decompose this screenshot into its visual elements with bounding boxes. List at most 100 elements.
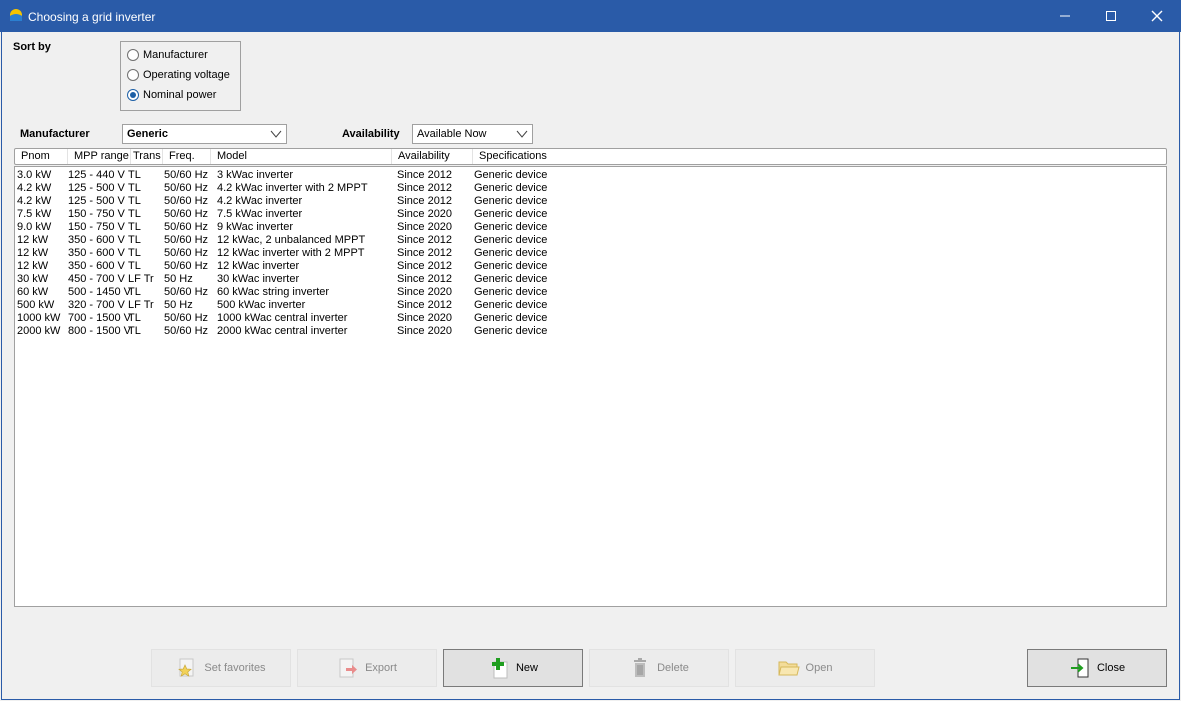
table-cell: 4.2 kWac inverter: [217, 195, 303, 207]
table-cell: Since 2012: [397, 273, 453, 285]
table-cell: 350 - 600 V: [68, 234, 125, 246]
minimize-button[interactable]: [1042, 0, 1088, 32]
table-cell: TL: [128, 260, 141, 272]
table-cell: Since 2012: [397, 169, 453, 181]
table-cell: 800 - 1500 V: [68, 325, 131, 337]
table-cell: 50 Hz: [164, 299, 193, 311]
table-row[interactable]: 3.0 kW 125 - 440 V TL 50/60 Hz 3 kWac invert…: [15, 169, 1166, 182]
column-header-specifications[interactable]: Specifications: [473, 149, 573, 164]
new-button[interactable]: New: [443, 649, 583, 687]
table-cell: Generic device: [474, 195, 548, 207]
table-cell: TL: [128, 312, 141, 324]
table-cell: 50/60 Hz: [164, 247, 209, 259]
table-cell: 50/60 Hz: [164, 195, 209, 207]
table-cell: 50/60 Hz: [164, 182, 209, 194]
table-cell: 3.0 kW: [17, 169, 52, 181]
manufacturer-select[interactable]: Generic: [122, 124, 287, 144]
table-cell: 30 kW: [17, 273, 49, 285]
column-header-trans[interactable]: Trans: [131, 149, 163, 164]
table-row[interactable]: 9.0 kW 150 - 750 V TL 50/60 Hz 9 kWac invert…: [15, 221, 1166, 234]
table-cell: 125 - 500 V: [68, 195, 125, 207]
close-window-button[interactable]: [1134, 0, 1180, 32]
window-title: Choosing a grid inverter: [28, 10, 156, 24]
table-cell: 12 kW: [17, 260, 49, 272]
table-cell: 12 kWac inverter: [217, 260, 300, 272]
column-header-model[interactable]: Model: [211, 149, 392, 164]
table-cell: 4.2 kWac inverter with 2 MPPT: [217, 182, 368, 194]
table-cell: 12 kWac inverter with 2 MPPT: [217, 247, 365, 259]
table-cell: Since 2012: [397, 299, 453, 311]
table-cell: 125 - 440 V: [68, 169, 125, 181]
table-row[interactable]: 30 kW 450 - 700 V LF Tr 50 Hz 30 kWac invert…: [15, 273, 1166, 286]
maximize-icon: [1106, 11, 1116, 21]
sort-option-nominal-power[interactable]: Nominal power: [127, 87, 216, 103]
table-cell: Generic device: [474, 169, 548, 181]
sort-by-group: Manufacturer Operating voltage Nominal p…: [120, 41, 241, 111]
column-header-freq[interactable]: Freq.: [163, 149, 211, 164]
column-header-mpp-range[interactable]: MPP range: [68, 149, 131, 164]
table-cell: 1000 kWac central inverter: [217, 312, 348, 324]
table-cell: 1000 kW: [17, 312, 61, 324]
table-cell: TL: [128, 208, 141, 220]
table-cell: TL: [128, 234, 141, 246]
table-row[interactable]: 60 kW 500 - 1450 V TL 50/60 Hz 60 kWac strin…: [15, 286, 1166, 299]
radio-button[interactable]: [127, 69, 139, 81]
availability-label: Availability: [342, 128, 400, 140]
table-cell: Since 2020: [397, 208, 453, 220]
column-header-availability[interactable]: Availability: [392, 149, 473, 164]
set-favorites-button[interactable]: Set favorites: [151, 649, 291, 687]
table-cell: Since 2012: [397, 195, 453, 207]
table-cell: 2000 kW: [17, 325, 61, 337]
trash-icon: [629, 657, 651, 679]
table-row[interactable]: 2000 kW 800 - 1500 V TL 50/60 Hz 2000 kWac c…: [15, 325, 1166, 338]
table-cell: 3 kWac inverter: [217, 169, 294, 181]
table-cell: 12 kW: [17, 234, 49, 246]
export-button[interactable]: Export: [297, 649, 437, 687]
table-cell: Generic device: [474, 325, 548, 337]
star-icon: [176, 657, 198, 679]
table-cell: 50/60 Hz: [164, 312, 209, 324]
table-cell: 7.5 kW: [17, 208, 52, 220]
title-bar: Choosing a grid inverter: [0, 0, 1181, 32]
chevron-down-icon: [270, 130, 282, 138]
table-cell: Since 2020: [397, 286, 453, 298]
table-cell: Generic device: [474, 234, 548, 246]
table-row[interactable]: 500 kW 320 - 700 V LF Tr 50 Hz 500 kWac inve…: [15, 299, 1166, 312]
table-cell: Generic device: [474, 182, 548, 194]
table-cell: Since 2020: [397, 221, 453, 233]
radio-button[interactable]: [127, 89, 139, 101]
table-cell: Since 2012: [397, 260, 453, 272]
table-cell: Generic device: [474, 208, 548, 220]
table-row[interactable]: 1000 kW 700 - 1500 V TL 50/60 Hz 1000 kWac c…: [15, 312, 1166, 325]
table-cell: TL: [128, 286, 141, 298]
table-cell: Generic device: [474, 247, 548, 259]
close-button[interactable]: Close: [1027, 649, 1167, 687]
column-header-pnom[interactable]: Pnom: [15, 149, 68, 164]
table-row[interactable]: 7.5 kW 150 - 750 V TL 50/60 Hz 7.5 kWac inve…: [15, 208, 1166, 221]
open-button[interactable]: Open: [735, 649, 875, 687]
table-header: Pnom MPP range Trans Freq. Model Availab…: [14, 148, 1167, 165]
table-row[interactable]: 4.2 kW 125 - 500 V TL 50/60 Hz 4.2 kWac inve…: [15, 195, 1166, 208]
table-row[interactable]: 12 kW 350 - 600 V TL 50/60 Hz 12 kWac, 2 unb…: [15, 234, 1166, 247]
maximize-button[interactable]: [1088, 0, 1134, 32]
table-cell: TL: [128, 182, 141, 194]
sort-by-label: Sort by: [13, 41, 51, 53]
button-label: Set favorites: [204, 662, 266, 674]
table-cell: 50/60 Hz: [164, 325, 209, 337]
sort-option-operating-voltage[interactable]: Operating voltage: [127, 67, 230, 83]
table-cell: Generic device: [474, 221, 548, 233]
availability-select[interactable]: Available Now: [412, 124, 533, 144]
table-row[interactable]: 4.2 kW 125 - 500 V TL 50/60 Hz 4.2 kWac inve…: [15, 182, 1166, 195]
delete-button[interactable]: Delete: [589, 649, 729, 687]
table-row[interactable]: 12 kW 350 - 600 V TL 50/60 Hz 12 kWac invert…: [15, 260, 1166, 273]
button-label: Export: [365, 662, 397, 674]
table-cell: 60 kWac string inverter: [217, 286, 330, 298]
inverter-list[interactable]: 3.0 kW 125 - 440 V TL 50/60 Hz 3 kWac invert…: [14, 166, 1167, 607]
table-cell: TL: [128, 221, 141, 233]
table-cell: 30 kWac inverter: [217, 273, 300, 285]
sort-option-manufacturer[interactable]: Manufacturer: [127, 47, 208, 63]
table-cell: TL: [128, 325, 141, 337]
radio-button[interactable]: [127, 49, 139, 61]
table-row[interactable]: 12 kW 350 - 600 V TL 50/60 Hz 12 kWac invert…: [15, 247, 1166, 260]
table-cell: 9.0 kW: [17, 221, 52, 233]
